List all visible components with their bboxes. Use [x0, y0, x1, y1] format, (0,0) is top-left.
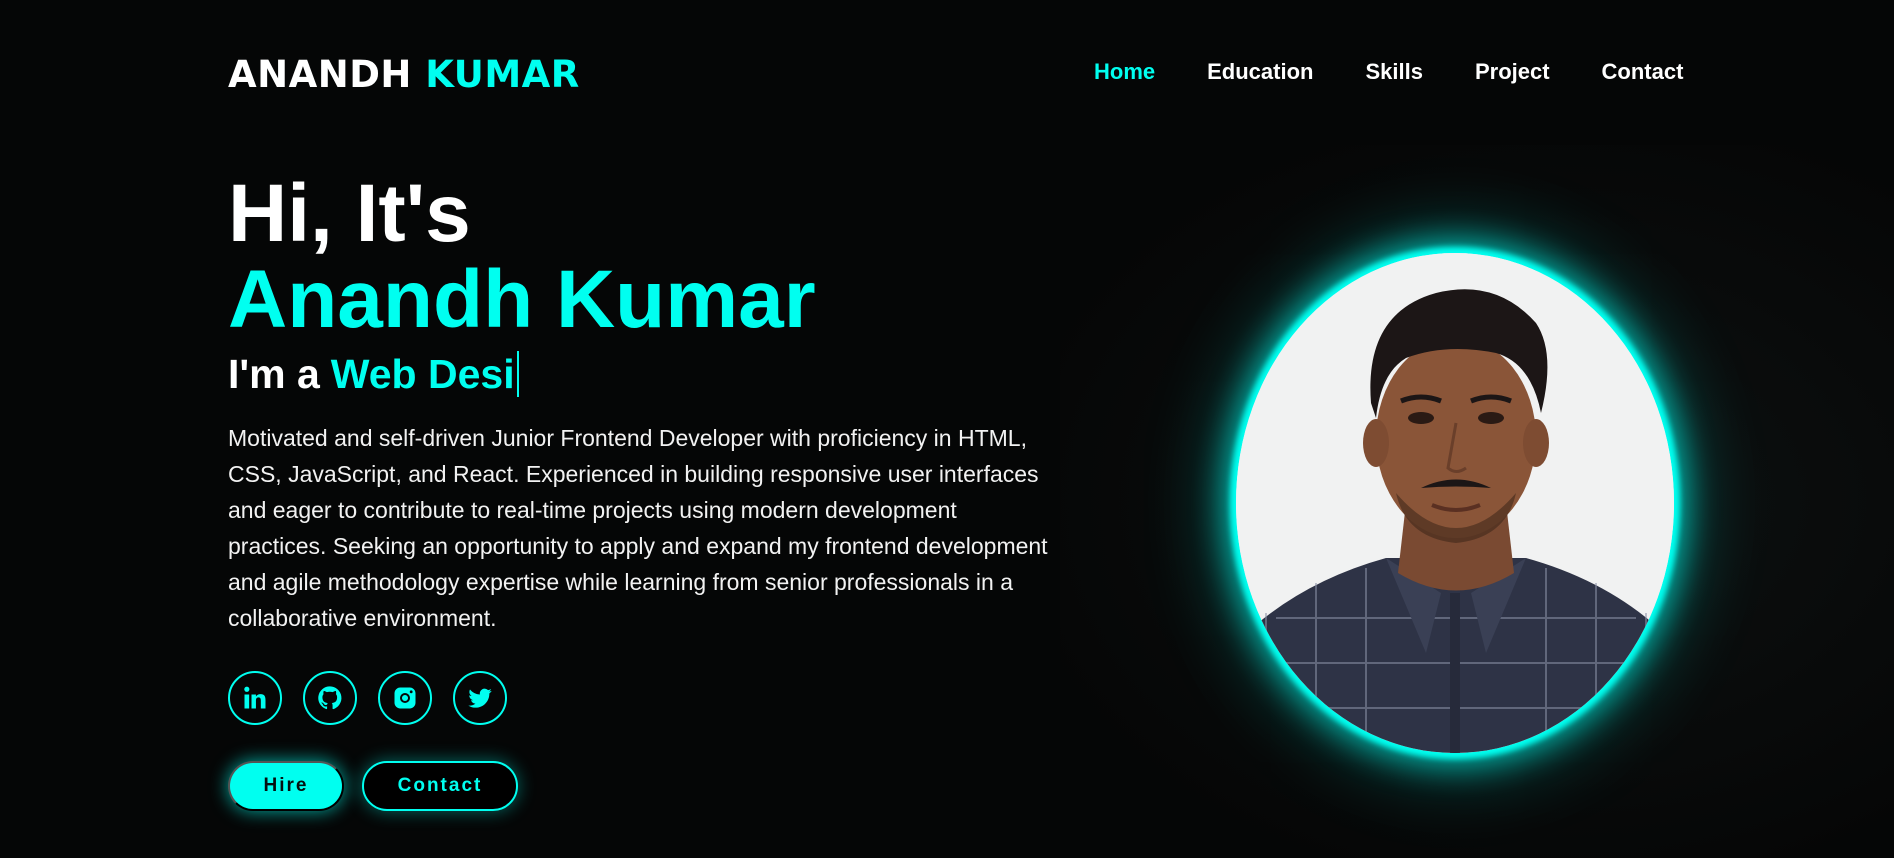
hire-button[interactable]: Hire — [228, 761, 344, 811]
logo-last-name: KUMAR — [425, 53, 580, 96]
nav-links: Home Education Skills Project Contact — [1094, 59, 1683, 85]
logo-first-name: ANANDH — [228, 53, 412, 96]
hero-name: Anandh Kumar — [228, 254, 816, 345]
instagram-link[interactable] — [378, 671, 432, 725]
github-icon — [318, 686, 342, 710]
role-prefix: I'm a — [228, 351, 320, 397]
twitter-icon — [468, 688, 492, 708]
typing-cursor — [516, 351, 519, 397]
instagram-icon — [394, 687, 416, 709]
top-navigation: ANANDH KUMAR Home Education Skills Proje… — [0, 0, 1894, 145]
hero-bio: Motivated and self-driven Junior Fronten… — [228, 425, 1048, 631]
hero-greeting: Hi, It's — [228, 168, 471, 259]
hero-section: Hi, It's Anandh Kumar I'm a Web Desi Mot… — [228, 170, 1058, 811]
role-typed-text: Web Desi — [330, 351, 515, 397]
portrait-illustration — [1236, 253, 1674, 753]
hero-role: I'm a Web Desi — [228, 350, 1058, 398]
site-logo[interactable]: ANANDH KUMAR — [228, 53, 580, 96]
linkedin-icon — [244, 686, 266, 709]
nav-item-skills[interactable]: Skills — [1365, 59, 1422, 85]
twitter-link[interactable] — [453, 671, 507, 725]
nav-item-home[interactable]: Home — [1094, 59, 1155, 85]
hero-actions: Hire Contact — [228, 761, 1058, 811]
nav-item-contact[interactable]: Contact — [1602, 59, 1684, 85]
nav-item-education[interactable]: Education — [1207, 59, 1313, 85]
linkedin-link[interactable] — [228, 671, 282, 725]
contact-button[interactable]: Contact — [362, 761, 518, 811]
social-links — [228, 671, 1058, 725]
nav-item-project[interactable]: Project — [1475, 59, 1550, 85]
profile-photo — [1236, 253, 1674, 753]
github-link[interactable] — [303, 671, 357, 725]
